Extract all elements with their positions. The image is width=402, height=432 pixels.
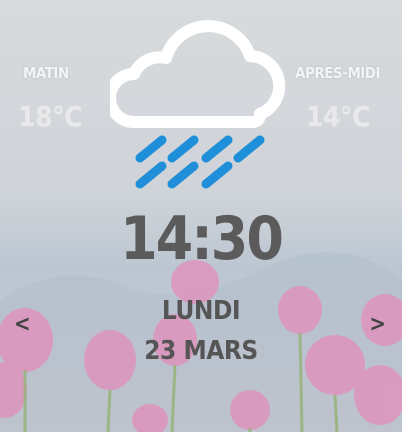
next-button[interactable]: > bbox=[369, 312, 386, 337]
morning-label: MATIN bbox=[23, 64, 69, 82]
weekday-label: LUNDI bbox=[161, 296, 241, 326]
previous-button[interactable]: < bbox=[14, 312, 31, 337]
clock-time: 14:30 bbox=[120, 204, 284, 274]
cloud-rain-icon bbox=[110, 20, 286, 189]
morning-temperature: 18°C bbox=[18, 100, 83, 133]
afternoon-label: APRES-MIDI bbox=[295, 64, 380, 82]
afternoon-temperature: 14°C bbox=[305, 100, 371, 133]
date-label: 23 MARS bbox=[144, 336, 258, 366]
